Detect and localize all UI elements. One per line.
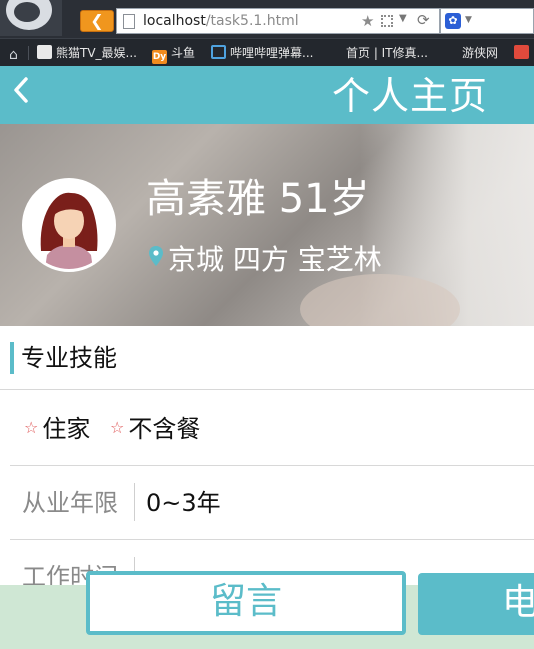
location-text: 京城 四方 宝芝林: [168, 243, 382, 276]
info-row-experience: 从业年限 0~3年: [10, 466, 534, 540]
call-button[interactable]: 电: [418, 573, 534, 635]
profile-banner: 高素雅 51岁 京城 四方 宝芝林: [0, 124, 534, 326]
bilibili-icon: [211, 45, 226, 59]
bookmark-star-icon[interactable]: ★: [361, 12, 374, 30]
bookmark-fire[interactable]: [514, 44, 533, 62]
avatar[interactable]: [22, 178, 116, 272]
skill-tag: ☆ 住家: [24, 410, 90, 447]
profile-location: 京城 四方 宝芝林: [148, 242, 382, 278]
qr-code-icon[interactable]: [381, 15, 393, 27]
star-outline-icon: ☆: [110, 418, 125, 437]
map-pin-icon: [149, 246, 163, 266]
woman-avatar-icon: [25, 181, 113, 269]
panda-icon: [37, 45, 52, 59]
bookmark-label: 斗鱼: [171, 46, 196, 60]
section-accent-bar: [10, 342, 14, 374]
bookmark-bilibili[interactable]: 哔哩哔哩弹幕...: [211, 44, 313, 62]
bookmark-label: 熊猫TV_最娱...: [56, 46, 137, 60]
reload-icon[interactable]: ⟳: [417, 11, 430, 29]
bookmark-youxia[interactable]: 游侠网: [462, 44, 498, 62]
profile-name-age: 高素雅 51岁: [146, 176, 370, 222]
dropdown-arrow-icon[interactable]: ▼: [399, 13, 407, 24]
chevron-left-icon: [14, 77, 28, 103]
message-button[interactable]: 留言: [86, 571, 406, 635]
skill-tags: ☆ 住家 ☆ 不含餐: [10, 390, 534, 466]
back-button[interactable]: [12, 76, 30, 110]
bookmark-panda[interactable]: 熊猫TV_最娱...: [37, 44, 137, 62]
url-text[interactable]: localhost/task5.1.html: [143, 13, 299, 29]
address-bar[interactable]: localhost/task5.1.html ★ ▼ ⟳: [116, 8, 440, 34]
search-engine-box[interactable]: ✿ ▼: [440, 8, 534, 34]
app-header: 个人主页: [0, 66, 534, 124]
search-dropdown-icon[interactable]: ▼: [465, 15, 472, 25]
skill-tag-label: 不含餐: [128, 415, 201, 443]
url-host: localhost: [143, 13, 206, 29]
douyu-icon: Dy: [152, 50, 167, 64]
browser-back-button[interactable]: ❮: [80, 10, 114, 32]
skill-tag-label: 住家: [42, 415, 91, 443]
skill-tag: ☆ 不含餐: [110, 410, 200, 447]
section-title: 专业技能: [21, 344, 117, 372]
info-divider: [134, 483, 135, 521]
bookmarks-home-icon[interactable]: ⌂: [6, 44, 25, 62]
star-outline-icon: ☆: [24, 418, 39, 437]
bookmark-label: 哔哩哔哩弹幕...: [230, 46, 314, 60]
bookmark-label: 游侠网: [462, 46, 499, 60]
bookmark-label: 首页 | IT修真...: [346, 46, 428, 60]
browser-logo-icon: [0, 0, 62, 36]
bottom-action-bar: 留言 电: [0, 571, 534, 649]
call-button-label: 电: [502, 582, 534, 623]
info-label: 从业年限: [22, 489, 118, 517]
url-path: /task5.1.html: [205, 13, 299, 29]
bookmark-douyu[interactable]: Dy 斗鱼: [152, 44, 195, 64]
page-title: 个人主页: [332, 74, 489, 118]
info-value: 0~3年: [146, 489, 221, 517]
fire-icon: [514, 45, 529, 59]
bookmarks-bar: ⌂ 熊猫TV_最娱... Dy 斗鱼 哔哩哔哩弹幕... 首页 | IT修真...…: [0, 38, 534, 66]
browser-toolbar: ❮ localhost/task5.1.html ★ ▼ ⟳ ✿ ▼: [0, 0, 534, 38]
bookmarks-separator: [28, 46, 29, 60]
section-header: 专业技能: [0, 326, 534, 390]
page-icon: [123, 14, 135, 29]
bookmark-itxiuzhen[interactable]: 首页 | IT修真...: [346, 44, 428, 62]
baidu-paw-icon[interactable]: ✿: [445, 13, 461, 29]
